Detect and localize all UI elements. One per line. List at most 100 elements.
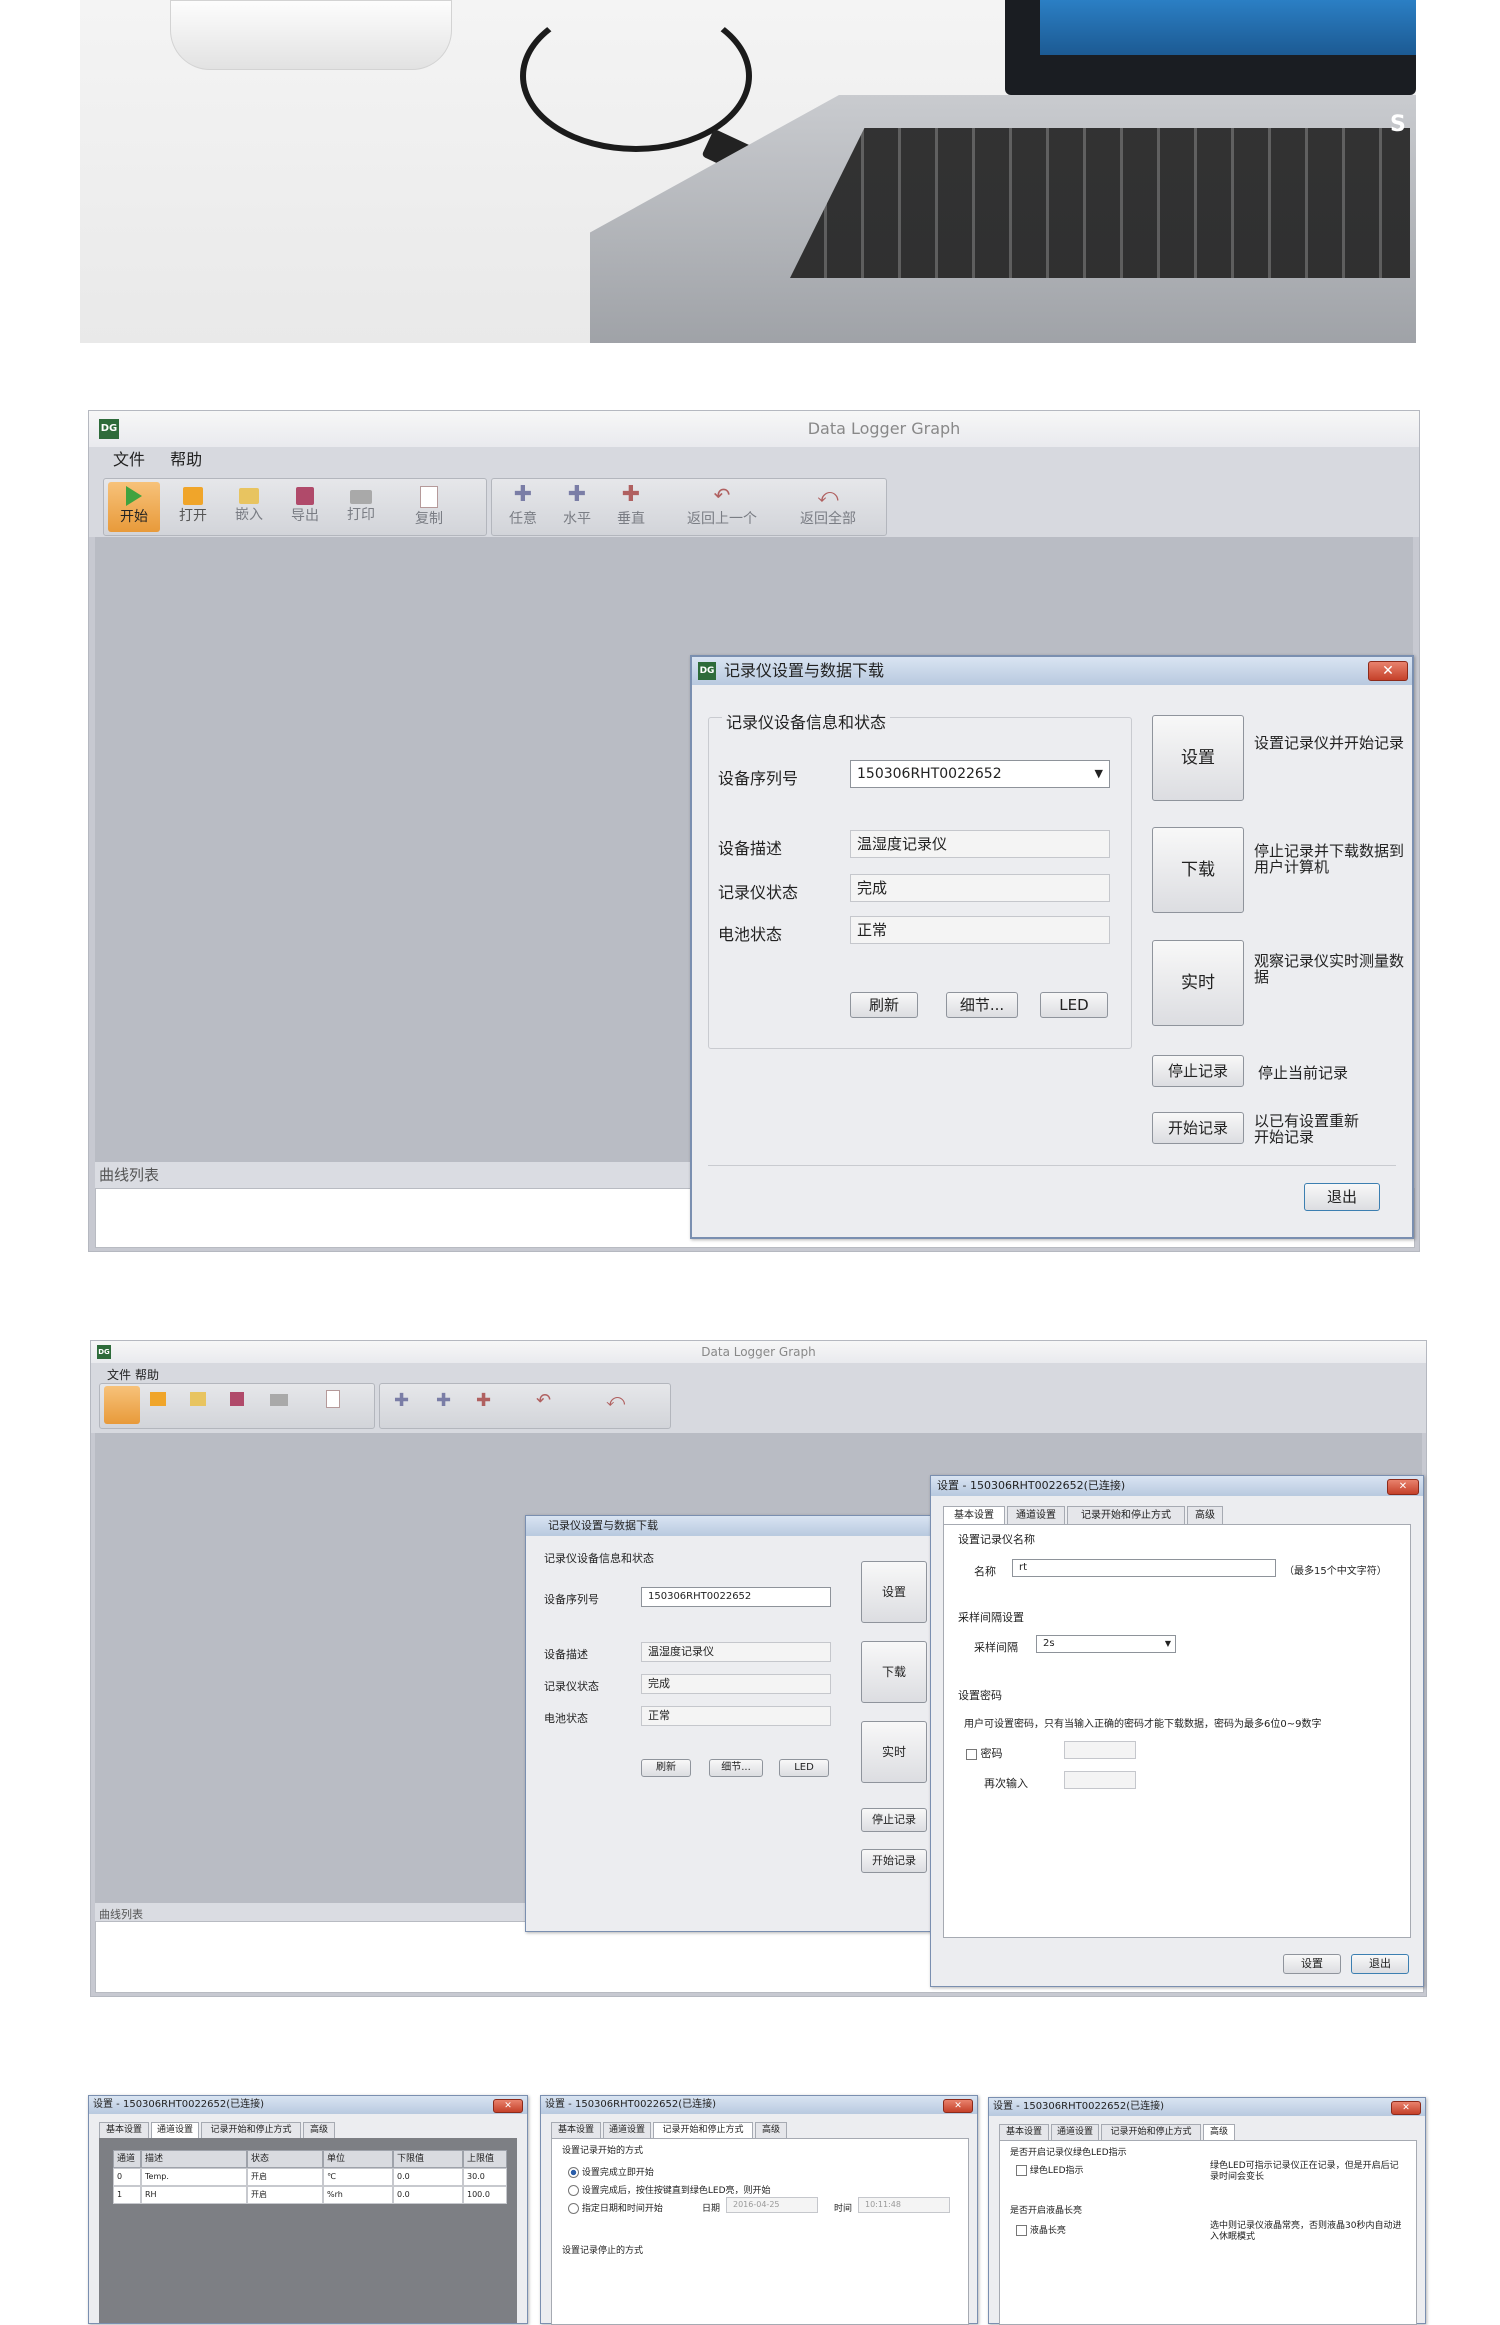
- panel-c-tab-start-stop[interactable]: 记录开始和停止方式: [1101, 2124, 1201, 2140]
- table-cell[interactable]: RH: [141, 2186, 247, 2204]
- toolbar-vertical-button[interactable]: ✚ 垂直: [608, 482, 654, 532]
- menu-help[interactable]: 帮助: [170, 450, 202, 469]
- refresh-button-2[interactable]: 刷新: [641, 1759, 691, 1777]
- panel-a-tab-advanced[interactable]: 高级: [303, 2122, 335, 2138]
- toolbar-import-button[interactable]: 嵌入: [224, 482, 274, 532]
- lcd-checkbox[interactable]: [1016, 2225, 1027, 2236]
- menu-help-2[interactable]: 帮助: [135, 1366, 159, 1383]
- panel-b-tab-basic[interactable]: 基本设置: [551, 2122, 601, 2138]
- start-button-option[interactable]: 设置完成后，按住按键直到绿色LED亮，则开始: [568, 2183, 771, 2196]
- panel-a-tab-basic[interactable]: 基本设置: [99, 2122, 149, 2138]
- led-button-2[interactable]: LED: [779, 1759, 829, 1777]
- panel-c-tab-basic[interactable]: 基本设置: [999, 2124, 1049, 2140]
- panel-b-tab-channel[interactable]: 通道设置: [603, 2122, 651, 2138]
- toolbar-back-one-button[interactable]: ↶ 返回上一个: [672, 482, 772, 532]
- folder-open-icon-2[interactable]: [150, 1392, 166, 1406]
- exit-button[interactable]: 退出: [1304, 1183, 1380, 1211]
- name-input[interactable]: rt: [1012, 1559, 1276, 1577]
- details-button[interactable]: 细节...: [946, 992, 1018, 1018]
- settings-ok-button[interactable]: 设置: [1283, 1954, 1341, 1974]
- table-cell[interactable]: 开启: [247, 2168, 323, 2186]
- table-cell[interactable]: 100.0: [463, 2186, 507, 2204]
- panel-a-close-icon[interactable]: ✕: [493, 2099, 523, 2113]
- serial-combobox-2[interactable]: 150306RHT0022652: [641, 1587, 831, 1607]
- interval-select[interactable]: 2s ▼: [1036, 1635, 1176, 1653]
- toolbar-start-button-2[interactable]: [104, 1386, 140, 1424]
- toolbar-start-button[interactable]: 开始: [108, 482, 160, 532]
- time-input[interactable]: 10:11:48: [858, 2197, 950, 2213]
- table-cell[interactable]: ℃: [323, 2168, 393, 2186]
- table-cell[interactable]: 0: [113, 2168, 141, 2186]
- panel-a-tab-channel[interactable]: 通道设置: [151, 2122, 199, 2138]
- refresh-button[interactable]: 刷新: [850, 992, 918, 1018]
- move-any-icon-2[interactable]: ✚: [394, 1390, 409, 1411]
- save-icon-2[interactable]: [230, 1392, 244, 1406]
- toolbar-any-button[interactable]: ✚ 任意: [500, 482, 546, 532]
- panel-b-tab-start-stop[interactable]: 记录开始和停止方式: [653, 2122, 753, 2138]
- panel-c-close-icon[interactable]: ✕: [1391, 2101, 1421, 2115]
- panel-a-tab-start-stop[interactable]: 记录开始和停止方式: [201, 2122, 301, 2138]
- tab-start-stop[interactable]: 记录开始和停止方式: [1067, 1506, 1185, 1524]
- toolbar-print-button[interactable]: 打印: [336, 482, 386, 532]
- settings-close-icon[interactable]: ✕: [1387, 1479, 1419, 1495]
- download-button[interactable]: 下载: [1152, 827, 1244, 913]
- start-record-button-2[interactable]: 开始记录: [861, 1849, 927, 1873]
- settings-exit-button[interactable]: 退出: [1351, 1954, 1409, 1974]
- panel-b-close-icon[interactable]: ✕: [943, 2099, 973, 2113]
- toolbar-back-all-button[interactable]: ⤺ 返回全部: [778, 482, 878, 532]
- realtime-button[interactable]: 实时: [1152, 940, 1244, 1026]
- panel-b-body: 设置记录开始的方式 设置完成立即开始 设置完成后，按住按键直到绿色LED亮，则开…: [551, 2138, 969, 2325]
- table-cell[interactable]: 0.0: [393, 2186, 463, 2204]
- close-icon[interactable]: ✕: [1368, 661, 1408, 681]
- stop-record-button[interactable]: 停止记录: [1152, 1055, 1244, 1087]
- start-immediate-option[interactable]: 设置完成立即开始: [568, 2165, 654, 2178]
- tab-advanced[interactable]: 高级: [1187, 1506, 1223, 1524]
- stop-group-title: 设置记录停止的方式: [562, 2246, 644, 2256]
- password-checkbox[interactable]: [966, 1748, 977, 1760]
- toolbar-copy-button[interactable]: 复制: [404, 482, 454, 532]
- menu-file-2[interactable]: 文件: [107, 1366, 131, 1383]
- back-all-icon-2[interactable]: ⤺: [606, 1390, 625, 1411]
- start-record-button[interactable]: 开始记录: [1152, 1112, 1244, 1144]
- table-cell[interactable]: %rh: [323, 2186, 393, 2204]
- password-input[interactable]: [1064, 1741, 1136, 1759]
- reenter-input[interactable]: [1064, 1771, 1136, 1789]
- print-icon-2[interactable]: [270, 1394, 288, 1406]
- import-icon-2[interactable]: [190, 1392, 206, 1406]
- panel-b-tab-advanced[interactable]: 高级: [755, 2122, 787, 2138]
- start-scheduled-option[interactable]: 指定日期和时间开始: [568, 2201, 663, 2214]
- date-input[interactable]: 2016-04-25: [726, 2197, 818, 2213]
- tab-channel[interactable]: 通道设置: [1007, 1506, 1065, 1524]
- move-horizontal-icon-2[interactable]: ✚: [436, 1390, 451, 1411]
- led-option[interactable]: 绿色LED指示: [1016, 2163, 1084, 2176]
- radio-unselected[interactable]: [568, 2185, 579, 2196]
- password-checkbox-row[interactable]: 密码: [966, 1745, 1003, 1761]
- setup-button-2[interactable]: 设置: [861, 1561, 927, 1623]
- realtime-button-2[interactable]: 实时: [861, 1721, 927, 1783]
- table-cell[interactable]: 1: [113, 2186, 141, 2204]
- move-vertical-icon-2[interactable]: ✚: [476, 1390, 491, 1411]
- tab-basic[interactable]: 基本设置: [943, 1506, 1005, 1524]
- download-button-2[interactable]: 下载: [861, 1641, 927, 1703]
- table-cell[interactable]: Temp.: [141, 2168, 247, 2186]
- stop-record-button-2[interactable]: 停止记录: [861, 1808, 927, 1832]
- panel-c-tab-advanced[interactable]: 高级: [1203, 2124, 1235, 2140]
- details-button-2[interactable]: 细节...: [709, 1759, 763, 1777]
- table-cell[interactable]: 0.0: [393, 2168, 463, 2186]
- serial-combobox[interactable]: 150306RHT0022652 ▼: [850, 760, 1110, 788]
- toolbar-horizontal-button[interactable]: ✚ 水平: [554, 482, 600, 532]
- table-cell[interactable]: 30.0: [463, 2168, 507, 2186]
- radio-selected[interactable]: [568, 2167, 579, 2178]
- toolbar-export-button[interactable]: 导出: [280, 482, 330, 532]
- panel-c-tab-channel[interactable]: 通道设置: [1051, 2124, 1099, 2140]
- led-button[interactable]: LED: [1040, 992, 1108, 1018]
- menu-file[interactable]: 文件: [113, 450, 145, 469]
- radio-unselected[interactable]: [568, 2203, 579, 2214]
- led-checkbox[interactable]: [1016, 2165, 1027, 2176]
- back-one-icon-2[interactable]: ↶: [536, 1390, 551, 1411]
- table-cell[interactable]: 开启: [247, 2186, 323, 2204]
- setup-button[interactable]: 设置: [1152, 715, 1244, 801]
- toolbar-open-button[interactable]: 打开: [168, 482, 218, 532]
- copy-icon-2[interactable]: [326, 1390, 340, 1408]
- lcd-option[interactable]: 液晶长亮: [1016, 2223, 1066, 2236]
